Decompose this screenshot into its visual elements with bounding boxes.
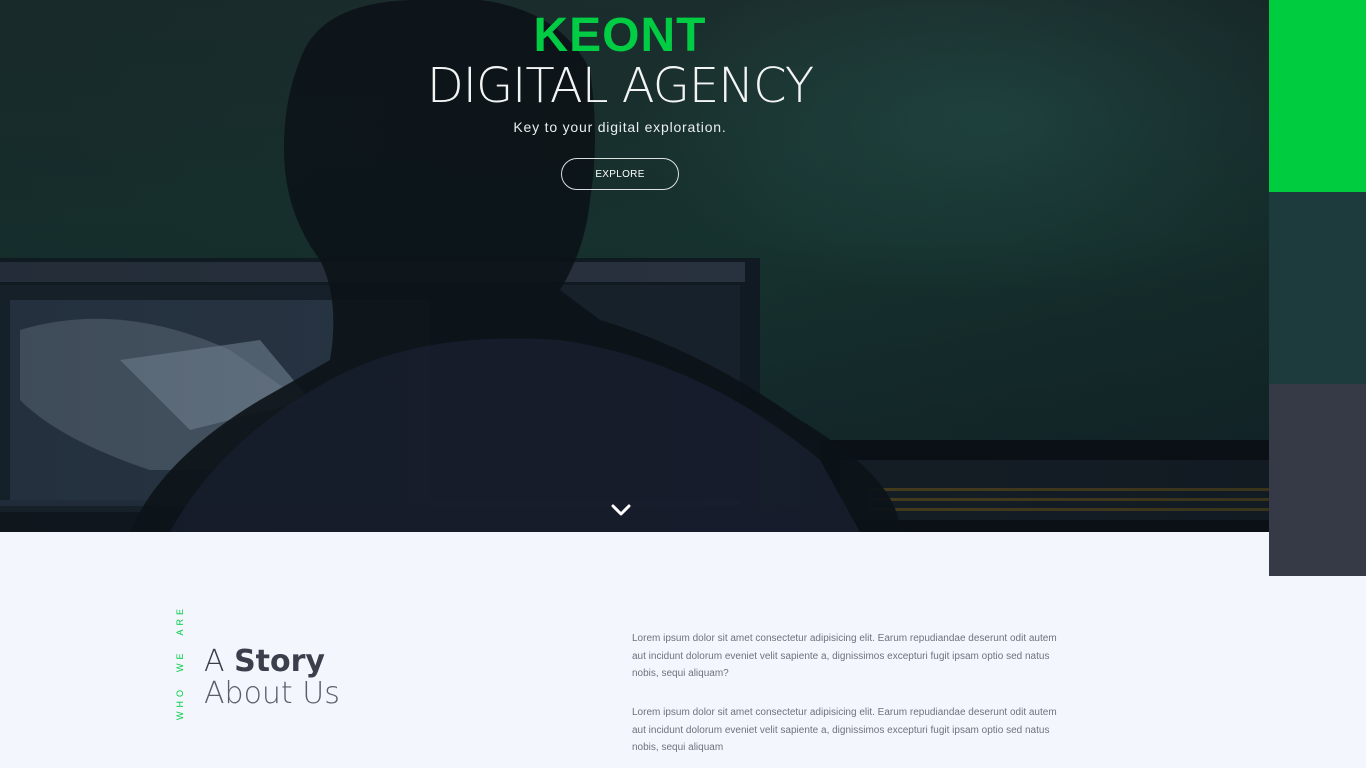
chevron-down-icon[interactable] — [610, 500, 632, 520]
about-paragraph: Lorem ipsum dolor sit amet consectetur a… — [632, 707, 1057, 753]
hero-headline: DIGITAL AGENCY — [426, 58, 814, 114]
about-heading-line2: About Us — [204, 676, 340, 711]
explore-button[interactable]: EXPLORE — [561, 158, 679, 190]
label-word: ARE — [175, 604, 185, 636]
about-paragraph: Lorem ipsum dolor sit amet consectetur a… — [632, 633, 1057, 679]
side-panel-green — [1269, 0, 1366, 192]
heading-prefix: A — [204, 644, 225, 679]
hero-tagline: Key to your digital exploration. — [513, 119, 727, 135]
about-heading: A Story — [204, 644, 325, 679]
side-panel-teal — [1269, 192, 1366, 384]
who-we-are-label: WHO WE ARE — [175, 591, 185, 720]
label-word: WE — [175, 649, 185, 673]
brand-name: KEONT — [533, 9, 707, 62]
label-word: WHO — [175, 686, 185, 720]
hero-section: KEONT DIGITAL AGENCY Key to your digital… — [0, 0, 1269, 532]
side-panel-slate — [1269, 384, 1366, 576]
heading-bold: Story — [234, 644, 325, 679]
